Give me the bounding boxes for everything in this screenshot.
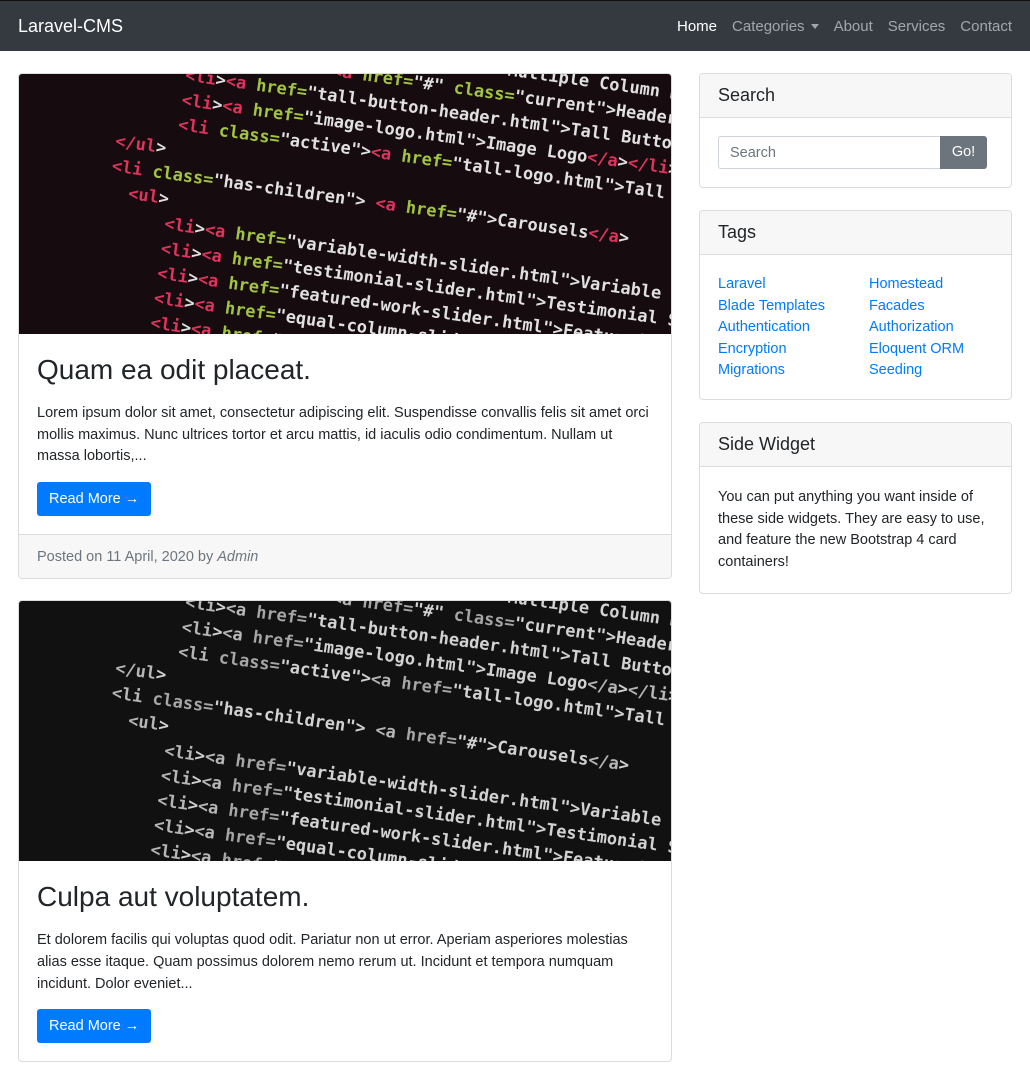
nav-categories-dropdown[interactable]: Categories [732,18,819,35]
search-input[interactable] [718,136,940,169]
side-widget-text: You can put anything you want inside of … [718,488,985,571]
search-widget: Search Go! [699,73,1012,188]
search-input-group: Go! [718,136,987,169]
side-widget: Side Widget You can put anything you wan… [699,421,1012,594]
post-date: 11 April, 2020 [106,548,194,565]
post-image: <li class="has-children"><a href="#">Mul… [19,74,671,334]
tag-link[interactable]: Encryption [718,339,869,361]
post-excerpt: Lorem ipsum dolor sit amet, consectetur … [37,405,649,465]
tags-widget: Tags Laravel Homestead Blade Templates F… [699,210,1012,400]
tag-link[interactable]: Seeding [869,360,1009,382]
search-widget-title: Search [700,74,1011,118]
tag-link[interactable]: Laravel [718,274,869,296]
top-navbar: Laravel-CMS Home Categories About Servic… [0,0,1030,51]
nav-about[interactable]: About [834,18,873,35]
post-meta: Posted on 11 April, 2020 by Admin [19,534,671,579]
blog-post-card: <li class="has-children"><a href="#">Mul… [18,600,672,1063]
tags-list: Laravel Homestead Blade Templates Facade… [700,255,1011,399]
tag-link[interactable]: Authentication [718,317,869,339]
post-title: Culpa aut voluptatem. [37,881,310,913]
post-body: Quam ea odit placeat. Lorem ipsum dolor … [19,334,671,534]
post-image: <li class="has-children"><a href="#">Mul… [19,601,671,862]
caret-down-icon [810,23,819,29]
tag-link[interactable]: Facades [869,296,1009,318]
search-go-button[interactable]: Go! [940,136,987,169]
blog-post-card: <li class="has-children"><a href="#">Mul… [18,73,672,580]
read-more-button[interactable]: Read More → [37,482,152,517]
nav-contact[interactable]: Contact [960,18,1012,35]
nav-home[interactable]: Home [677,18,717,35]
by-label: by [197,548,214,565]
tag-link[interactable]: Migrations [718,360,869,382]
posted-on-label: Posted on [37,548,103,565]
nav-services[interactable]: Services [888,18,946,35]
post-body: Culpa aut voluptatem. Et dolorem facilis… [19,861,671,1061]
tag-link[interactable]: Homestead [869,274,1009,296]
brand-link[interactable]: Laravel-CMS [18,16,123,37]
search-widget-body: Go! [700,118,1011,187]
posts-column: <li class="has-children"><a href="#">Mul… [18,73,672,1083]
post-author[interactable]: Admin [217,549,258,565]
sidebar: Search Go! Tags Laravel Homestead Blade … [699,73,1012,616]
post-title: Quam ea odit placeat. [37,354,311,385]
nav-categories-label: Categories [732,17,805,35]
tag-link[interactable]: Authorization [869,317,1009,339]
side-widget-title: Side Widget [700,422,1011,467]
tags-widget-title: Tags [700,211,1011,255]
read-more-button[interactable]: Read More → [37,1009,152,1044]
tag-link[interactable]: Blade Templates [718,296,869,318]
nav-links: Home Categories About Services Contact [662,18,1012,35]
post-excerpt: Et dolorem facilis qui voluptas quod odi… [37,932,628,992]
tag-link[interactable]: Eloquent ORM [869,339,1009,361]
